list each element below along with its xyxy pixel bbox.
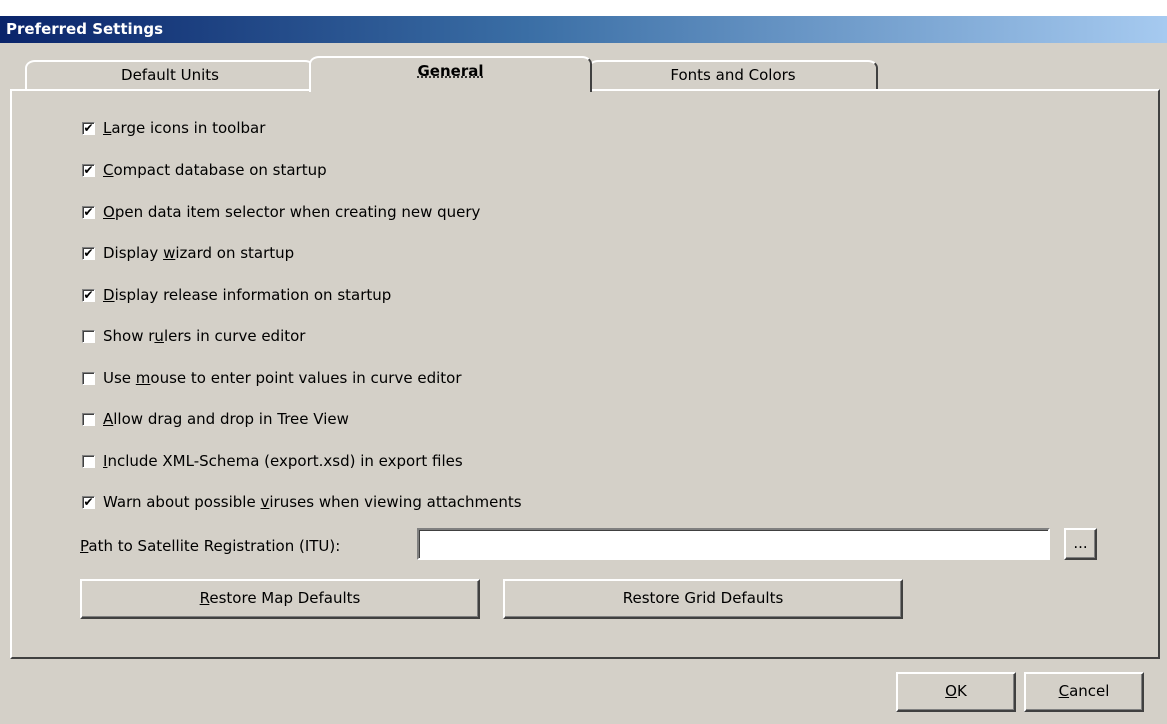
browse-button[interactable]: ... <box>1064 528 1097 560</box>
general-tab-panel: ✔ Large icons in toolbar ✔ Compact datab… <box>10 89 1160 659</box>
option-display-release-info[interactable]: ✔ Display release information on startup <box>82 285 391 305</box>
satellite-registration-path-input[interactable] <box>417 528 1050 560</box>
checkbox[interactable]: ✔ <box>82 163 95 177</box>
checkbox[interactable] <box>82 329 95 343</box>
option-include-xml-schema[interactable]: Include XML-Schema (export.xsd) in expor… <box>82 451 463 471</box>
option-label: Use mouse to enter point values in curve… <box>103 369 462 387</box>
checkbox[interactable]: ✔ <box>82 121 95 135</box>
browse-ellipsis-icon: ... <box>1073 534 1088 552</box>
option-display-wizard[interactable]: ✔ Display wizard on startup <box>82 243 294 263</box>
checkbox[interactable]: ✔ <box>82 246 95 260</box>
checkbox[interactable]: ✔ <box>82 205 95 219</box>
option-allow-drag-and-drop[interactable]: Allow drag and drop in Tree View <box>82 409 349 429</box>
option-open-data-item-selector[interactable]: ✔ Open data item selector when creating … <box>82 202 480 222</box>
option-compact-database[interactable]: ✔ Compact database on startup <box>82 160 327 180</box>
option-label: Warn about possible viruses when viewing… <box>103 493 522 511</box>
tab-label: General <box>417 62 484 80</box>
option-label: Show rulers in curve editor <box>103 327 306 345</box>
checkbox[interactable] <box>82 371 95 385</box>
option-label: Large icons in toolbar <box>103 119 266 137</box>
option-label: Compact database on startup <box>103 161 327 179</box>
satellite-registration-path-label: Path to Satellite Registration (ITU): <box>80 537 341 555</box>
checkbox[interactable]: ✔ <box>82 288 95 302</box>
option-label: Allow drag and drop in Tree View <box>103 410 349 428</box>
option-label: Display wizard on startup <box>103 244 295 262</box>
window-title: Preferred Settings <box>6 20 163 38</box>
checkbox[interactable] <box>82 412 95 426</box>
tab-label: Fonts and Colors <box>670 66 796 84</box>
tab-label: Default Units <box>121 66 219 84</box>
checkbox[interactable] <box>82 454 95 468</box>
background-strip <box>0 0 1167 16</box>
window-title-bar[interactable]: Preferred Settings <box>0 16 1167 43</box>
tab-default-units[interactable]: Default Units <box>25 60 315 90</box>
option-label: Open data item selector when creating ne… <box>103 203 481 221</box>
option-show-rulers[interactable]: Show rulers in curve editor <box>82 326 305 346</box>
tab-fonts-and-colors[interactable]: Fonts and Colors <box>588 60 878 90</box>
option-use-mouse-point-values[interactable]: Use mouse to enter point values in curve… <box>82 368 461 388</box>
option-label: Display release information on startup <box>103 286 392 304</box>
tab-general[interactable]: General <box>309 56 592 92</box>
checkbox[interactable]: ✔ <box>82 495 95 509</box>
restore-map-defaults-button[interactable]: Restore Map Defaults <box>80 579 480 619</box>
cancel-button[interactable]: Cancel <box>1024 672 1144 712</box>
restore-grid-defaults-button[interactable]: Restore Grid Defaults <box>503 579 903 619</box>
option-label: Include XML-Schema (export.xsd) in expor… <box>103 452 463 470</box>
ok-button[interactable]: OK <box>896 672 1016 712</box>
option-warn-viruses[interactable]: ✔ Warn about possible viruses when viewi… <box>82 492 522 512</box>
option-large-icons[interactable]: ✔ Large icons in toolbar <box>82 118 265 138</box>
